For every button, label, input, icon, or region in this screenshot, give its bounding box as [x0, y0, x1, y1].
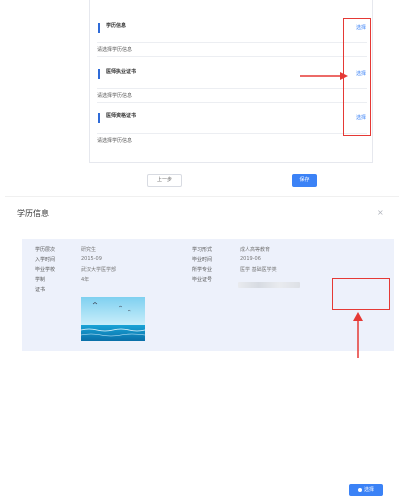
section-marker: [98, 23, 100, 33]
hint-text: 请选择学历信息: [97, 138, 133, 144]
prev-step-button[interactable]: 上一步: [147, 174, 182, 187]
duration-value: 4年: [81, 277, 90, 283]
close-icon[interactable]: ×: [377, 208, 384, 217]
annotation-highlight-box: [332, 278, 390, 310]
major-value: 医学 基础医学类: [240, 267, 277, 273]
form-card: 学历信息 选择 请选择学历信息 医师执业证书 选择 请选择学历信息 医师资格证书…: [89, 0, 373, 163]
save-button[interactable]: 保存: [292, 174, 317, 187]
school-value: 武汉大学医学部: [81, 267, 117, 273]
divider: [97, 102, 367, 103]
modal-title: 学历信息: [17, 209, 49, 218]
school-label: 毕业学校: [35, 267, 56, 273]
education-modal: 学历信息 × 学历层次 研究生 学习形式 成人高等教育 入学时间 2015-09…: [5, 196, 399, 496]
section-title: 医师执业证书: [106, 69, 137, 75]
grad-value: 2019-06: [240, 256, 261, 262]
annotation-arrow-right-icon: [300, 72, 348, 80]
section-title: 医师资格证书: [106, 113, 137, 119]
section-marker: [98, 69, 100, 79]
divider: [97, 56, 367, 57]
hint-text: 请选择学历信息: [97, 93, 133, 99]
start-label: 入学时间: [35, 257, 56, 263]
select-button[interactable]: 选择: [349, 484, 383, 496]
certificate-image[interactable]: [81, 297, 145, 341]
major-label: 所学专业: [192, 267, 213, 273]
divider: [97, 88, 367, 89]
level-label: 学历层次: [35, 247, 56, 253]
divider: [97, 133, 367, 134]
section-marker: [98, 113, 100, 123]
start-value: 2015-09: [81, 256, 102, 262]
certno-value-redacted: [238, 282, 300, 288]
hint-text: 请选择学历信息: [97, 47, 133, 53]
grad-label: 毕业时间: [192, 257, 213, 263]
certno-label: 毕业证号: [192, 277, 213, 283]
section-title: 学历信息: [106, 23, 127, 29]
mode-value: 成人高等教育: [240, 247, 271, 253]
divider: [97, 42, 367, 43]
select-button-label: 选择: [363, 487, 374, 493]
mode-label: 学习形式: [192, 247, 213, 253]
section-education: 学历信息 选择: [98, 18, 366, 38]
duration-label: 学制: [35, 277, 46, 283]
annotation-arrow-up-icon: [353, 312, 363, 358]
level-value: 研究生: [81, 247, 97, 253]
check-circle-icon: [357, 487, 362, 492]
section-qualification-cert: 医师资格证书 选择: [98, 108, 366, 128]
cert-label: 证书: [35, 287, 46, 293]
